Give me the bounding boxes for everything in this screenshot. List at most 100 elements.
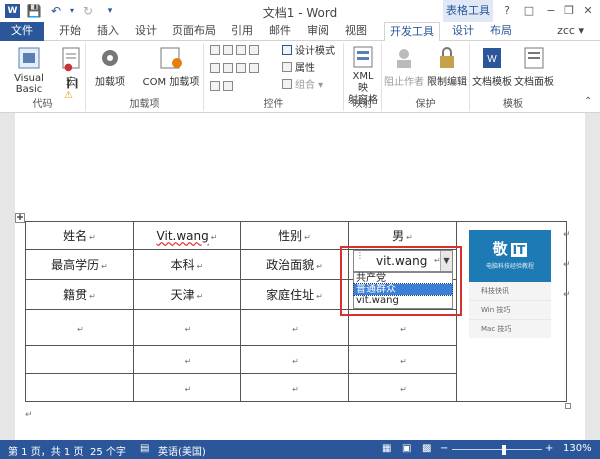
document-panel-button[interactable]: 文档面板 bbox=[514, 45, 554, 88]
table-cell[interactable]: ↵ bbox=[133, 309, 241, 346]
language[interactable]: 英语(美国) bbox=[158, 443, 206, 458]
logo-menu-item: Mac 技巧 bbox=[481, 325, 512, 333]
print-layout-icon[interactable]: ▣ bbox=[402, 443, 411, 454]
content-control-handle-icon[interactable]: ⋮ bbox=[356, 251, 364, 260]
zoom-slider-thumb[interactable] bbox=[502, 445, 506, 455]
cell-gender-label[interactable]: 性别 ↵ bbox=[240, 221, 349, 250]
cell-native-place-label[interactable]: 籍贯 ↵ bbox=[25, 279, 134, 310]
building-block-control-icon[interactable] bbox=[249, 45, 259, 55]
table-cell[interactable]: ↵ bbox=[133, 345, 241, 374]
collapse-ribbon-icon[interactable]: ⌃ bbox=[584, 95, 592, 109]
dropdown-option-selected[interactable]: 普通群众 bbox=[353, 283, 453, 296]
table-cell[interactable]: ↵ bbox=[348, 373, 457, 402]
close-button[interactable]: ✕ bbox=[577, 2, 599, 20]
group-controls: 设计模式 属性 组合 ▾ 控件 bbox=[204, 43, 344, 111]
tab-file[interactable]: 文件 bbox=[0, 22, 44, 41]
table-cell[interactable]: ↵ bbox=[240, 309, 349, 346]
tab-insert[interactable]: 插入 bbox=[90, 22, 126, 41]
table-cell[interactable]: ↵ bbox=[240, 345, 349, 374]
user-name[interactable]: zcc ▾ bbox=[557, 22, 584, 40]
proofing-icon[interactable]: ▤ bbox=[140, 443, 149, 454]
page-count[interactable]: 第 1 页，共 1 页 bbox=[8, 443, 83, 458]
block-authors-label: 阻止作者 bbox=[384, 77, 424, 88]
tab-references[interactable]: 引用 bbox=[224, 22, 260, 41]
tab-home[interactable]: 开始 bbox=[52, 22, 88, 41]
table-cell[interactable]: ↵ bbox=[133, 373, 241, 402]
tab-design[interactable]: 设计 bbox=[128, 22, 164, 41]
gender-label: 性别 bbox=[278, 229, 303, 243]
tab-table-layout[interactable]: 布局 bbox=[483, 22, 519, 41]
cell-political-label[interactable]: 政治面貌 ↵ bbox=[240, 249, 349, 280]
table-resize-handle[interactable] bbox=[565, 403, 571, 409]
plain-text-control-icon[interactable] bbox=[223, 45, 233, 55]
group-protect-label: 保护 bbox=[415, 99, 436, 110]
ribbon: Visual Basic 宏 ● ❙❙ ⚠ 代码 加载项 COM 加载项 加载项 bbox=[0, 41, 600, 113]
dropdown-control-icon[interactable] bbox=[236, 63, 246, 73]
picture-control-icon[interactable] bbox=[236, 45, 246, 55]
design-mode-button[interactable]: 设计模式 bbox=[282, 45, 335, 59]
logo-menu-item: 科技快讯 bbox=[469, 282, 551, 301]
tab-layout[interactable]: 页面布局 bbox=[166, 22, 222, 41]
ribbon-display-options-button[interactable]: □ bbox=[518, 2, 540, 20]
cell-native-place-value[interactable]: 天津 ↵ bbox=[133, 279, 241, 310]
date-picker-control-icon[interactable] bbox=[249, 63, 259, 73]
checkbox-control-icon[interactable] bbox=[210, 63, 220, 73]
restrict-editing-button[interactable]: 限制编辑 bbox=[426, 45, 468, 88]
repeating-section-control-icon[interactable] bbox=[210, 81, 220, 91]
dropdown-option[interactable]: vit.wang bbox=[354, 295, 452, 306]
table-cell[interactable]: ↵ bbox=[25, 309, 134, 346]
cell-name-label[interactable]: 姓名 ↵ bbox=[25, 221, 134, 250]
name-label: 姓名 bbox=[63, 229, 88, 243]
addins-button[interactable]: 加载项 bbox=[88, 45, 132, 88]
table-cell[interactable]: ↵ bbox=[240, 373, 349, 402]
zoom-slider[interactable] bbox=[452, 449, 542, 450]
logo-title-text: 敬 bbox=[492, 240, 508, 258]
cell-education-label[interactable]: 最高学历 ↵ bbox=[25, 249, 134, 280]
legacy-tools-icon[interactable] bbox=[223, 81, 233, 91]
tab-view[interactable]: 视图 bbox=[338, 22, 374, 41]
para-mark: ↵ bbox=[77, 324, 84, 334]
cell-education-value[interactable]: 本科 ↵ bbox=[133, 249, 241, 280]
table-cell[interactable] bbox=[25, 345, 134, 374]
web-layout-icon[interactable]: ▩ bbox=[422, 443, 431, 454]
word-count[interactable]: 25 个字 bbox=[90, 443, 126, 458]
table-move-handle[interactable]: ✚ bbox=[15, 213, 25, 223]
properties-button[interactable]: 属性 bbox=[282, 62, 315, 76]
context-tab-group-label: 表格工具 bbox=[443, 0, 493, 22]
document-panel-icon bbox=[524, 47, 544, 69]
dropdown-option[interactable]: 共产党 bbox=[354, 273, 452, 284]
document-template-button[interactable]: W 文档模板 bbox=[472, 45, 512, 88]
table-cell[interactable] bbox=[25, 373, 134, 402]
tab-table-design[interactable]: 设计 bbox=[445, 22, 481, 41]
group-button[interactable]: 组合 ▾ bbox=[282, 79, 323, 93]
read-mode-icon[interactable]: ▦ bbox=[382, 443, 391, 454]
tab-mailings[interactable]: 邮件 bbox=[262, 22, 298, 41]
document-template-label: 文档模板 bbox=[472, 77, 512, 88]
visual-basic-button[interactable]: Visual Basic bbox=[4, 45, 54, 95]
rich-text-control-icon[interactable] bbox=[210, 45, 220, 55]
para-mark: ↵ bbox=[400, 324, 407, 334]
tab-developer[interactable]: 开发工具 bbox=[384, 22, 440, 42]
zoom-level[interactable]: 130% bbox=[563, 443, 592, 454]
dropdown-arrow-icon[interactable]: ▼ bbox=[440, 251, 452, 271]
para-mark: ↵ bbox=[196, 262, 204, 271]
zoom-in-icon[interactable]: + bbox=[545, 443, 553, 454]
properties-icon bbox=[282, 62, 292, 72]
block-authors-button[interactable]: 阻止作者 bbox=[384, 45, 424, 88]
para-mark: ↵ bbox=[184, 356, 192, 366]
zoom-out-icon[interactable]: − bbox=[440, 443, 448, 454]
cell-address-label[interactable]: 家庭住址 ↵ bbox=[240, 279, 349, 310]
table-cell[interactable]: ↵ bbox=[348, 345, 457, 374]
para-mark: ↵ bbox=[316, 292, 323, 301]
tab-review[interactable]: 审阅 bbox=[300, 22, 336, 41]
record-macro-icon[interactable]: ● bbox=[64, 61, 73, 75]
education-label: 最高学历 bbox=[51, 258, 100, 272]
group-templates-label: 模板 bbox=[503, 99, 523, 110]
group-icon bbox=[282, 79, 292, 89]
political-dropdown[interactable]: ⋮ vit.wang ↵ ▼ bbox=[353, 250, 453, 272]
cell-name-value[interactable]: Vit.wang ↵ bbox=[133, 221, 241, 250]
com-addins-button[interactable]: COM 加载项 bbox=[138, 45, 204, 88]
help-button[interactable]: ? bbox=[496, 2, 518, 20]
combobox-control-icon[interactable] bbox=[223, 63, 233, 73]
properties-label: 属性 bbox=[295, 63, 315, 74]
